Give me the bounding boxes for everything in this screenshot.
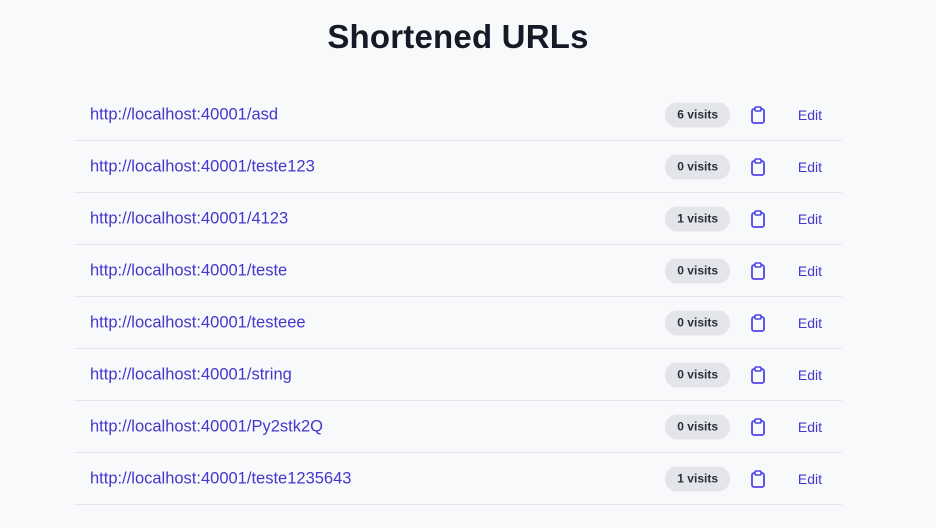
visits-badge: 0 visits [665, 310, 730, 335]
visits-badge: 0 visits [665, 258, 730, 283]
edit-link[interactable]: Edit [798, 263, 822, 279]
visits-badge: 1 visits [665, 466, 730, 491]
short-url-link[interactable]: http://localhost:40001/teste [90, 261, 287, 280]
clipboard-icon[interactable] [750, 157, 766, 176]
clipboard-icon[interactable] [750, 365, 766, 384]
visits-badge: 6 visits [665, 102, 730, 127]
url-row: http://localhost:40001/teste123 0 visits… [74, 141, 842, 193]
url-row: http://localhost:40001/asd 6 visits Edit [74, 89, 842, 141]
page: Shortened URLs http://localhost:40001/as… [0, 0, 936, 528]
url-row: http://localhost:40001/teste1235643 1 vi… [74, 453, 842, 505]
edit-link[interactable]: Edit [798, 211, 822, 227]
clipboard-icon[interactable] [750, 261, 766, 280]
page-title: Shortened URLs [327, 18, 589, 55]
clipboard-icon[interactable] [750, 105, 766, 124]
clipboard-icon[interactable] [750, 469, 766, 488]
short-url-link[interactable]: http://localhost:40001/asd [90, 105, 278, 124]
edit-link[interactable]: Edit [798, 107, 822, 123]
visits-badge: 0 visits [665, 154, 730, 179]
short-url-link[interactable]: http://localhost:40001/string [90, 365, 292, 384]
clipboard-icon[interactable] [750, 313, 766, 332]
url-row: http://localhost:40001/teste 0 visits Ed… [74, 245, 842, 297]
url-list: http://localhost:40001/asd 6 visits Edit… [74, 89, 842, 505]
url-row: http://localhost:40001/4123 1 visits Edi… [74, 193, 842, 245]
url-row: http://localhost:40001/testeee 0 visits … [74, 297, 842, 349]
visits-badge: 1 visits [665, 206, 730, 231]
edit-link[interactable]: Edit [798, 315, 822, 331]
short-url-link[interactable]: http://localhost:40001/teste123 [90, 157, 315, 176]
edit-link[interactable]: Edit [798, 367, 822, 383]
url-row: http://localhost:40001/string 0 visits E… [74, 349, 842, 401]
edit-link[interactable]: Edit [798, 419, 822, 435]
short-url-link[interactable]: http://localhost:40001/Py2stk2Q [90, 417, 323, 436]
edit-link[interactable]: Edit [798, 159, 822, 175]
visits-badge: 0 visits [665, 362, 730, 387]
url-row: http://localhost:40001/Py2stk2Q 0 visits… [74, 401, 842, 453]
clipboard-icon[interactable] [750, 417, 766, 436]
short-url-link[interactable]: http://localhost:40001/teste1235643 [90, 469, 351, 488]
short-url-link[interactable]: http://localhost:40001/4123 [90, 209, 288, 228]
visits-badge: 0 visits [665, 414, 730, 439]
edit-link[interactable]: Edit [798, 471, 822, 487]
clipboard-icon[interactable] [750, 209, 766, 228]
short-url-link[interactable]: http://localhost:40001/testeee [90, 313, 306, 332]
